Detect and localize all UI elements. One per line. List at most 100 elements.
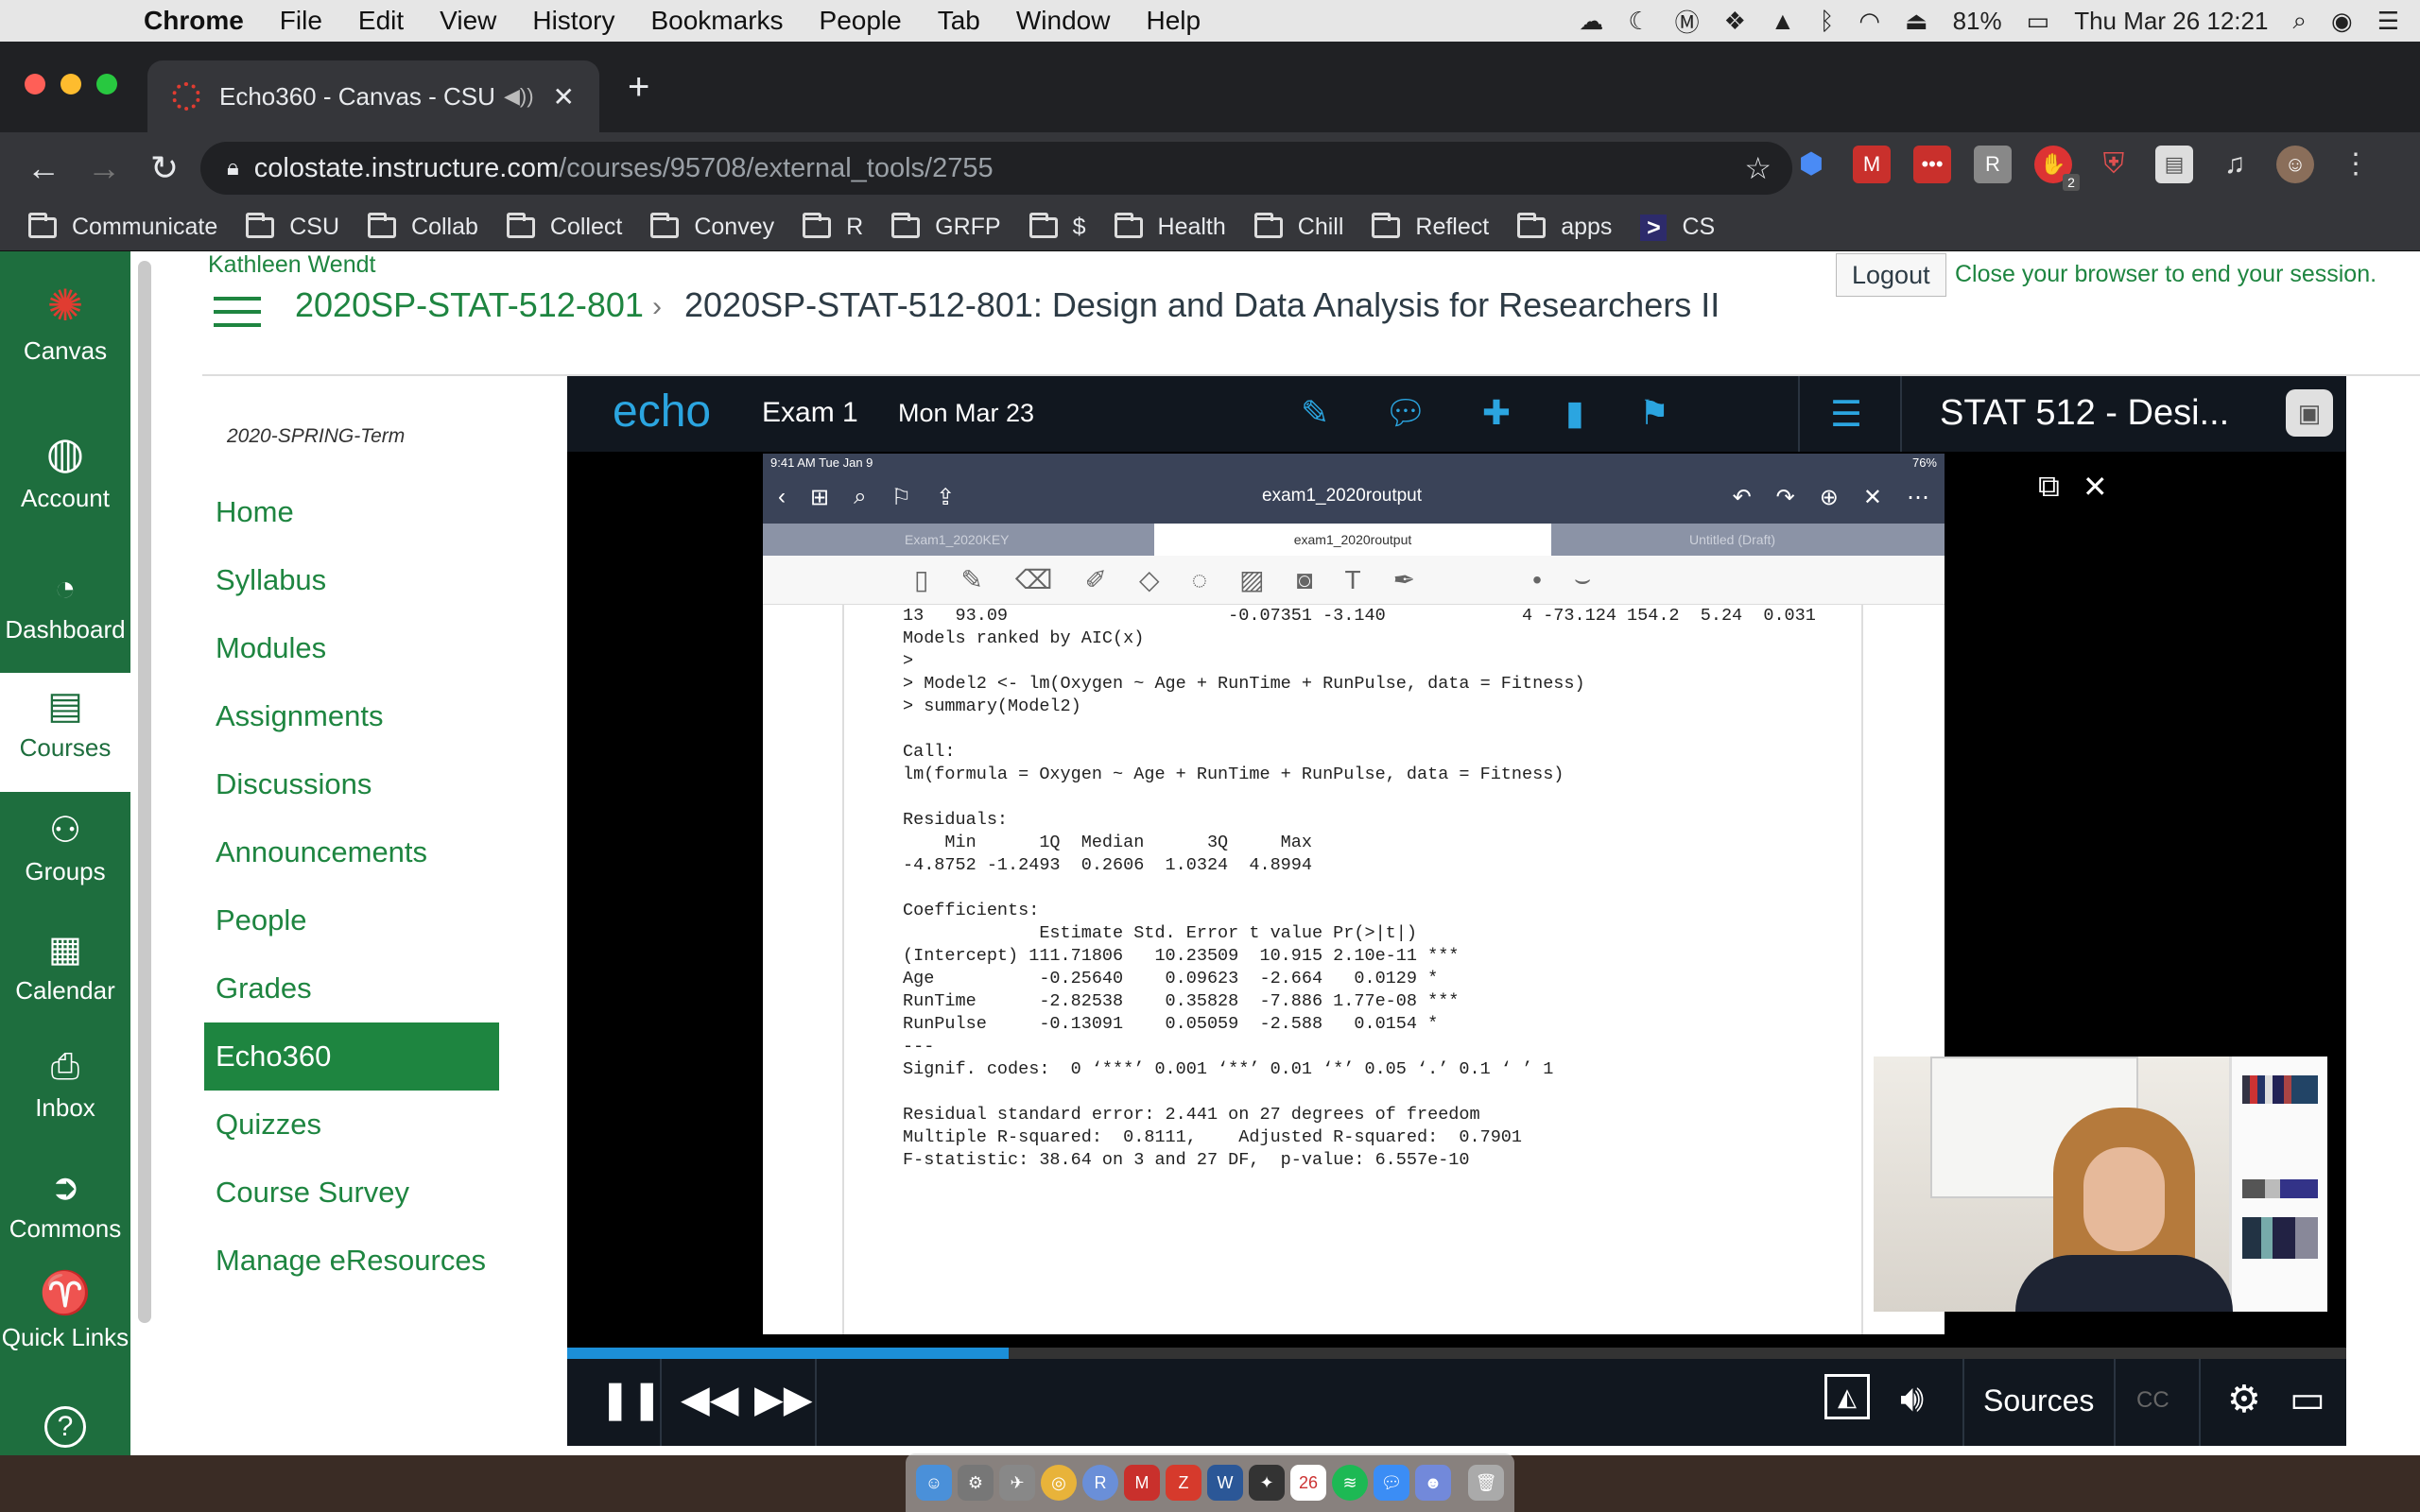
menu-app-name[interactable]: Chrome [144,6,244,36]
bookmark-folder-collect[interactable]: Collect [506,212,622,241]
bookmark-folder-reflect[interactable]: Reflect [1372,212,1489,241]
address-bar[interactable]: 🔒︎ colostate.instructure.com/courses/957… [200,142,1792,195]
bookmark-star-icon[interactable]: ☆ [1744,150,1772,186]
lock-icon[interactable]: 🔒︎ [227,155,239,181]
mendeley-icon[interactable]: M [1853,146,1891,183]
menu-edit[interactable]: Edit [358,6,404,36]
reload-icon[interactable]: ↻ [147,148,182,188]
zoom-window-button[interactable] [96,74,117,94]
global-nav-help[interactable]: ? [0,1406,130,1448]
extension-grey-icon[interactable]: R [1974,146,2012,183]
back-icon[interactable]: ← [26,148,60,188]
volume-icon[interactable]: 🔊︎ [1900,1378,1924,1420]
bookmark-folder-dollar[interactable]: $ [1028,212,1086,241]
course-nav-grades[interactable]: Grades [204,954,499,1022]
menu-file[interactable]: File [280,6,322,36]
word-icon[interactable]: W [1207,1465,1243,1501]
wifi-icon[interactable]: ◠ [1858,7,1880,36]
menu-window[interactable]: Window [1016,6,1111,36]
browser-tab-active[interactable]: Echo360 - Canvas - CSU ◀)) ✕ [147,60,599,132]
menu-people[interactable]: People [820,6,902,36]
messages-icon[interactable]: 💬︎ [1374,1465,1409,1501]
menu-tab[interactable]: Tab [938,6,980,36]
spotify-icon[interactable]: ≋ [1332,1465,1368,1501]
extension-stop-icon[interactable]: ✋ 2 [2034,146,2080,191]
course-nav-assignments[interactable]: Assignments [204,682,499,750]
battery-percent[interactable]: 81% [1953,7,2002,36]
settings-gear-icon[interactable]: ⚙ [2227,1378,2261,1421]
pop-out-icon[interactable]: ⧉ [2038,469,2060,505]
extension-red-dots-icon[interactable]: ••• [1913,146,1951,183]
document-icon[interactable]: ▤ [2155,146,2193,183]
bookmark-folder-chill[interactable]: Chill [1253,212,1343,241]
course-nav-discussions[interactable]: Discussions [204,750,499,818]
media-control-icon[interactable]: ♫ [2216,146,2254,183]
bookmark-folder-health[interactable]: Health [1114,212,1226,241]
global-nav-inbox[interactable]: ⎙ Inbox [0,1047,130,1123]
pause-icon[interactable]: ❚❚ [599,1378,663,1421]
rstudio-icon[interactable]: R [1082,1465,1118,1501]
bookmark-cs[interactable]: > CS [1640,214,1715,241]
bookmark-folder-communicate[interactable]: Communicate [28,212,217,241]
launchpad-icon[interactable]: ✈ [999,1465,1035,1501]
screen-layout-icon[interactable]: ◭ [1824,1374,1870,1419]
webcam-video[interactable] [1874,1057,2327,1312]
global-nav-groups[interactable]: ⚇ Groups [0,809,130,886]
siri-icon[interactable]: ◉ [2331,7,2353,36]
slack-icon[interactable]: ✦ [1249,1465,1285,1501]
global-nav-commons[interactable]: ➲ Commons [0,1166,130,1244]
bookmark-folder-apps[interactable]: apps [1517,212,1612,241]
bookmark-folder-convey[interactable]: Convey [650,212,774,241]
global-nav-dashboard[interactable]: ◔ Dashboard [0,569,130,644]
global-nav-quick-links[interactable]: ♈ Quick Links [0,1268,130,1352]
breadcrumb-course[interactable]: 2020SP-STAT-512-801 [295,285,644,325]
close-window-button[interactable] [25,74,45,94]
closed-captions-button[interactable]: CC [2136,1387,2169,1414]
calendar-dock-icon[interactable]: 26 [1290,1465,1326,1501]
tab-audio-icon[interactable]: ◀)) [504,84,534,109]
course-nav-course-survey[interactable]: Course Survey [204,1159,499,1227]
course-nav-manage-eresources[interactable]: Manage eResources [204,1227,499,1295]
list-icon[interactable]: ☰ [1830,393,1862,436]
clock[interactable]: Thu Mar 26 12:21 [2074,7,2268,36]
discussion-icon[interactable]: 💬︎ [1384,393,1427,433]
m-app-icon[interactable]: Ⓜ [1675,4,1700,39]
mendeley-dock-icon[interactable]: M [1124,1465,1160,1501]
flag-icon[interactable]: ⚑ [1639,393,1669,433]
course-nav-echo360[interactable]: Echo360 [204,1022,499,1091]
drive-icon[interactable]: ▲ [1771,7,1795,36]
course-nav-home[interactable]: Home [204,478,499,546]
chrome-menu-icon[interactable]: ⋮ [2337,146,2375,183]
eject-icon[interactable]: ⏏ [1905,7,1928,36]
bookmark-folder-csu[interactable]: CSU [246,212,339,241]
rewind-icon[interactable]: ◀◀ [681,1378,739,1421]
bookmark-folder-r[interactable]: R [803,212,863,241]
course-nav-people[interactable]: People [204,886,499,954]
system-preferences-icon[interactable]: ⚙ [958,1465,994,1501]
course-menu-toggle-icon[interactable] [214,297,261,327]
battery-icon[interactable]: ▭ [2027,7,2050,36]
close-tab-icon[interactable]: ✕ [553,81,575,112]
bluetooth-icon[interactable]: ᛒ [1820,7,1835,36]
extension-blue-icon[interactable]: ⬢ [1792,146,1830,183]
profile-avatar[interactable]: ☺ [2276,146,2314,183]
logout-button[interactable]: Logout [1836,253,1946,297]
menu-view[interactable]: View [440,6,496,36]
course-nav-syllabus[interactable]: Syllabus [204,546,499,614]
course-nav-announcements[interactable]: Announcements [204,818,499,886]
global-nav-calendar[interactable]: ▦ Calendar [0,928,130,1005]
bookmark-icon[interactable]: ▮ [1565,393,1584,433]
minimize-window-button[interactable] [60,74,81,94]
notes-icon[interactable]: ✎ [1301,393,1329,433]
echo360-box-icon[interactable]: ▣ [2286,389,2333,437]
trash-icon[interactable]: 🗑︎ [1468,1465,1504,1501]
add-question-icon[interactable]: ✚ [1482,393,1511,433]
bookmark-folder-collab[interactable]: Collab [368,212,478,241]
user-name[interactable]: Kathleen Wendt [208,251,375,279]
menu-bookmarks[interactable]: Bookmarks [650,6,783,36]
new-tab-icon[interactable]: + [628,66,649,109]
dropbox-icon[interactable]: ❖ [1724,7,1746,36]
fast-forward-icon[interactable]: ▶▶ [754,1378,813,1421]
global-nav-canvas[interactable]: ✺ Canvas [0,280,130,366]
finder-icon[interactable]: ☺ [916,1465,952,1501]
